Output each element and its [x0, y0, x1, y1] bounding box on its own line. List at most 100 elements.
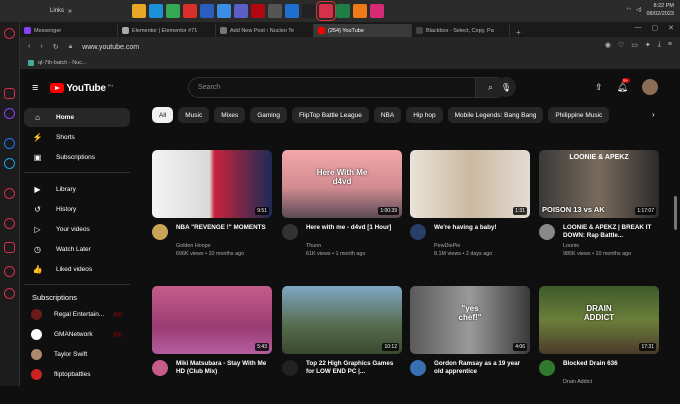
excel-app-icon[interactable] [335, 4, 350, 18]
video-thumbnail[interactable]: Here With Me d4vd 1:00:39 [282, 150, 402, 218]
download-icon[interactable]: ⤓ [658, 41, 661, 49]
opera-app-icon[interactable] [315, 1, 336, 21]
video-thumbnail[interactable]: LOONIE & APEKZ POISON 13 vs AK 1:17:07 [539, 150, 659, 218]
messenger-icon[interactable] [4, 138, 15, 149]
upload-icon[interactable]: ⇧ [595, 82, 603, 93]
video-card[interactable]: "yes chef!" 4:06 Gordon Ramsay as a 19 yea… [410, 286, 530, 376]
sidebar-item-watch-later[interactable]: ◷ Watch Later [24, 240, 130, 259]
extensions-puzzle-icon[interactable]: ✦ [645, 41, 651, 49]
page-scrollbar[interactable] [674, 196, 677, 230]
chip-all[interactable]: All [152, 107, 174, 123]
chip-nba[interactable]: NBA [373, 107, 402, 123]
heart-icon[interactable]: ♡ [618, 41, 624, 49]
links-toolbar-label[interactable]: Links [50, 8, 64, 14]
chip-philippine-music[interactable]: Philippine Music [548, 107, 610, 123]
channel-avatar[interactable] [410, 224, 426, 240]
reload-icon[interactable]: ↻ [53, 43, 59, 51]
browser-tab[interactable]: (254) YouTube [314, 24, 412, 37]
video-title[interactable]: Top 22 High Graphics Games for LOW END P… [306, 360, 402, 376]
chrome-app-icon[interactable] [165, 4, 180, 18]
remote-app-icon[interactable] [284, 4, 299, 18]
channel-avatar[interactable] [282, 360, 298, 376]
player-icon[interactable] [4, 188, 15, 199]
chip-hip-hop[interactable]: Hip hop [406, 107, 443, 123]
sidebar-item-home[interactable]: ⌂ Home [24, 108, 130, 127]
video-thumbnail[interactable]: 9:51 [152, 150, 272, 218]
video-card[interactable]: DRAIN ADDICT 17:31 Blocked Drain 636 Drain … [539, 286, 659, 385]
channel-avatar[interactable] [539, 360, 555, 376]
url-field[interactable]: www.youtube.com [82, 44, 139, 51]
wifi-icon[interactable]: ◠ [627, 7, 631, 13]
channel-avatar[interactable] [152, 224, 168, 240]
teams-app-icon[interactable] [233, 4, 248, 18]
microphone-icon[interactable]: 🎙︎ [496, 77, 516, 97]
video-thumbnail[interactable]: DRAIN ADDICT 17:31 [539, 286, 659, 354]
terminal-app-icon[interactable] [301, 4, 316, 18]
channel-name[interactable]: Golden Hoops [176, 243, 210, 249]
video-card[interactable]: 10:12 Top 22 High Graphics Games for LOW … [282, 286, 402, 376]
bookmark-item[interactable]: qt-7th-batch - Nuc... [38, 60, 87, 66]
search-input[interactable]: Search [198, 84, 475, 91]
easy-setup-icon[interactable]: ≡ [668, 41, 672, 49]
notifications-bell-icon[interactable]: 🔔︎ 9+ [617, 77, 630, 93]
video-card[interactable]: LOONIE & APEKZ POISON 13 vs AK 1:17:07 LOON… [539, 150, 659, 257]
video-thumbnail[interactable]: 10:12 [282, 286, 402, 354]
sidebar-subscription-item[interactable]: GMANetwork ((•)) [24, 325, 130, 344]
sidebar-item-shorts[interactable]: ⚡ Shorts [24, 128, 130, 147]
favorites-icon[interactable] [4, 266, 15, 277]
chip-music[interactable]: Music [178, 107, 210, 123]
video-card[interactable]: 9:51 NBA "REVENGE !" MOMENTS Golden Hoops 6… [152, 150, 272, 257]
video-thumbnail[interactable]: "yes chef!" 4:06 [410, 286, 530, 354]
chip-mixes[interactable]: Mixes [214, 107, 246, 123]
channel-name[interactable]: Drain Addict [563, 379, 592, 385]
new-tab-icon[interactable]: + [516, 28, 521, 37]
browser-tab[interactable]: Messenger [20, 24, 118, 37]
photos-app-icon[interactable] [216, 4, 231, 18]
history-sidebar-icon[interactable] [4, 218, 15, 229]
video-title[interactable]: LOONIE & APEKZ | BREAK IT DOWN: Rap Batt… [563, 224, 659, 240]
channel-avatar[interactable] [152, 360, 168, 376]
settings-icon[interactable] [4, 288, 15, 299]
channel-avatar[interactable] [282, 224, 298, 240]
sidebar-subscription-item[interactable]: Taylor Swift [24, 345, 130, 364]
channel-avatar[interactable] [410, 360, 426, 376]
browser-tab[interactable]: Blackbox - Select, Copy, Pa [412, 24, 510, 37]
browser-tab[interactable]: Add New Post ‹ Nucleo Te [216, 24, 314, 37]
twitter-icon[interactable] [4, 158, 15, 169]
video-card[interactable]: 1:31 We're having a baby! PewDiePie 8.1M vi… [410, 150, 530, 257]
minimize-icon[interactable]: — [635, 24, 642, 32]
channel-avatar[interactable] [539, 224, 555, 240]
video-card[interactable]: Here With Me d4vd 1:00:39 Here with me - d… [282, 150, 402, 257]
xampp-app-icon[interactable] [352, 4, 367, 18]
sidebar-item-liked-videos[interactable]: 👍 Liked videos [24, 260, 130, 279]
chip-gaming[interactable]: Gaming [250, 107, 287, 123]
netflix-app-icon[interactable] [250, 4, 265, 18]
video-thumbnail[interactable]: 5:43 [152, 286, 272, 354]
wallet-icon[interactable] [4, 88, 15, 99]
clock[interactable]: 8:22 PM 08/02/2023 [646, 2, 674, 18]
vpn-app-icon[interactable] [369, 4, 384, 18]
video-title[interactable]: Blocked Drain 636 [563, 360, 659, 368]
chip-mobile-legends-bang-bang[interactable]: Mobile Legends: Bang Bang [447, 107, 544, 123]
folder-app-icon[interactable] [131, 4, 146, 18]
chip-fliptop-battle-league[interactable]: FlipTop Battle League [291, 107, 369, 123]
chevron-right-icon[interactable]: » [68, 8, 72, 15]
video-title[interactable]: NBA "REVENGE !" MOMENTS [176, 224, 272, 232]
back-icon[interactable]: ‹ [28, 43, 30, 51]
sidebar-item-history[interactable]: ↺ History [24, 200, 130, 219]
video-title[interactable]: Gordon Ramsay as a 19 year old apprentic… [434, 360, 530, 376]
sidebar-subscription-item[interactable]: fliptopbattles [24, 365, 130, 384]
sidebar-item-your-videos[interactable]: ▷ Your videos [24, 220, 130, 239]
video-title[interactable]: We're having a baby! [434, 224, 530, 232]
video-title[interactable]: Here with me - d4vd [1 Hour] [306, 224, 402, 232]
media-app-icon[interactable] [267, 4, 282, 18]
channel-name[interactable]: PewDiePie [434, 243, 460, 249]
chip-next-icon[interactable]: › [652, 110, 655, 119]
browser-tab[interactable]: Elementor | Elementor #71 [118, 24, 216, 37]
camera-icon[interactable]: ◉ [605, 41, 611, 49]
sidebar-subscription-item[interactable]: Regal Entertain... ((•)) [24, 305, 130, 324]
sidebar-item-library[interactable]: ▶ Library [24, 180, 130, 199]
maximize-icon[interactable]: ▢ [652, 24, 659, 32]
word-app-icon[interactable] [199, 4, 214, 18]
account-avatar[interactable] [642, 79, 658, 95]
